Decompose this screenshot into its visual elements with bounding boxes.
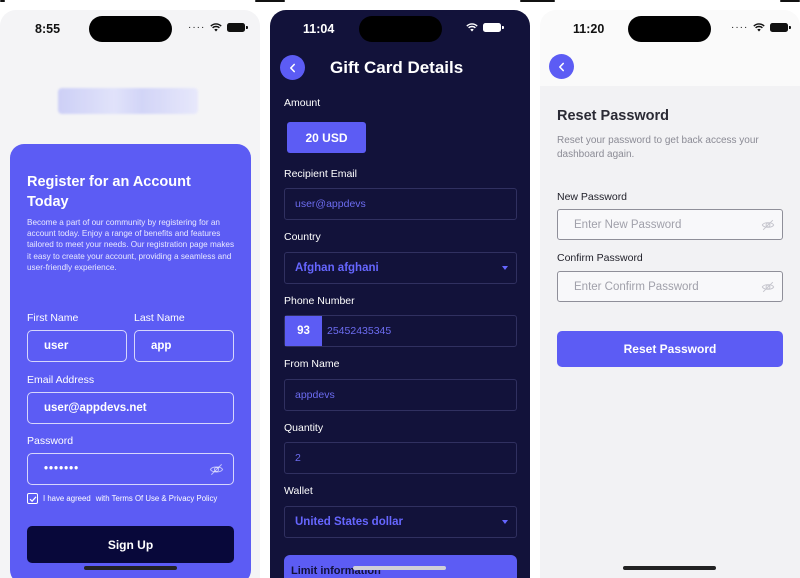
status-time: 11:04 <box>303 22 335 36</box>
status-icons <box>466 23 504 32</box>
battery-icon <box>483 23 504 32</box>
register-screen: 8:55 ···· Register for an Account Today … <box>0 10 260 578</box>
register-card: Register for an Account Today Become a p… <box>10 144 251 578</box>
page-title: Reset Password <box>557 108 670 124</box>
new-password-input[interactable]: Enter New Password <box>557 209 783 240</box>
email-input[interactable]: user@appdevs.net <box>27 392 234 424</box>
country-label: Country <box>284 231 321 243</box>
top-edge <box>780 0 800 2</box>
from-name-value: appdevs <box>295 389 335 401</box>
status-time: 11:20 <box>573 22 605 36</box>
terms-agreement: I have agreed with Terms Of Use & Privac… <box>27 493 217 504</box>
check-icon <box>29 495 36 502</box>
chevron-left-icon <box>289 63 295 72</box>
last-name-input[interactable]: app <box>134 330 234 362</box>
confirm-password-placeholder: Enter Confirm Password <box>574 280 699 293</box>
status-icons: ···· <box>188 21 249 33</box>
battery-icon <box>227 23 249 32</box>
status-bar: 11:20 ···· <box>540 10 800 48</box>
register-title: Register for an Account Today <box>27 174 191 210</box>
eye-off-icon[interactable] <box>209 462 224 477</box>
wifi-icon <box>210 23 223 32</box>
battery-icon <box>770 23 792 32</box>
status-bar: 11:04 <box>270 10 530 48</box>
country-value: Afghan afghani <box>295 262 379 274</box>
phone-number-input[interactable]: 93 25452435345 <box>284 315 517 347</box>
first-name-label: First Name <box>27 312 79 324</box>
gift-card-screen: 11:04 Gift Card Details Amount 20 USD Re… <box>270 10 530 578</box>
password-input[interactable]: ••••••• <box>27 453 234 485</box>
sign-up-button[interactable]: Sign Up <box>27 526 234 563</box>
agree-text: I have agreed <box>43 494 91 503</box>
password-value: ••••••• <box>44 463 80 475</box>
app-logo <box>58 88 198 114</box>
home-indicator <box>353 566 446 570</box>
last-name-label: Last Name <box>134 312 185 324</box>
wifi-icon <box>466 23 478 32</box>
top-edge <box>520 0 555 2</box>
page-title: Gift Card Details <box>330 58 464 77</box>
reset-password-button[interactable]: Reset Password <box>557 331 783 367</box>
new-password-label: New Password <box>557 191 628 203</box>
dynamic-island <box>359 16 442 42</box>
caret-down-icon <box>502 266 508 270</box>
last-name-value: app <box>151 340 172 352</box>
eye-off-icon[interactable] <box>761 218 775 232</box>
amount-chip[interactable]: 20 USD <box>287 122 366 153</box>
top-edge <box>0 0 5 2</box>
from-name-label: From Name <box>284 358 340 370</box>
first-name-value: user <box>44 340 69 352</box>
page-description: Reset your password to get back access y… <box>557 135 759 160</box>
status-icons: ···· <box>731 21 792 33</box>
status-bar: 8:55 ···· <box>0 10 260 48</box>
new-password-placeholder: Enter New Password <box>574 218 682 231</box>
wallet-value: United States dollar <box>295 516 403 528</box>
reset-password-screen: 11:20 ···· Reset Password Reset your pas… <box>540 10 800 578</box>
wifi-icon <box>753 23 766 32</box>
back-button[interactable] <box>280 55 305 80</box>
quantity-value: 2 <box>295 452 301 464</box>
first-name-input[interactable]: user <box>27 330 127 362</box>
recipient-email-input[interactable]: user@appdevs <box>284 188 517 220</box>
terms-link[interactable]: with Terms Of Use & Privacy Policy <box>96 494 218 503</box>
recipient-email-label: Recipient Email <box>284 168 357 180</box>
country-select[interactable]: Afghan afghani <box>284 252 517 284</box>
status-time: 8:55 <box>35 22 61 36</box>
signal-dots-icon: ···· <box>731 21 749 33</box>
home-indicator <box>84 566 177 570</box>
quantity-input[interactable]: 2 <box>284 442 517 474</box>
dynamic-island <box>628 16 711 42</box>
register-description: Become a part of our community by regist… <box>27 218 235 272</box>
caret-down-icon <box>502 520 508 524</box>
confirm-password-input[interactable]: Enter Confirm Password <box>557 271 783 302</box>
from-name-input[interactable]: appdevs <box>284 379 517 411</box>
screenshot-collage: 8:55 ···· Register for an Account Today … <box>0 0 800 578</box>
confirm-password-label: Confirm Password <box>557 252 643 264</box>
home-indicator <box>623 566 716 570</box>
password-label: Password <box>27 435 74 447</box>
chevron-left-icon <box>558 62 564 71</box>
wallet-select[interactable]: United States dollar <box>284 506 517 538</box>
back-button[interactable] <box>549 54 574 79</box>
signal-dots-icon: ···· <box>188 21 206 33</box>
recipient-email-value: user@appdevs <box>295 198 366 210</box>
email-value: user@appdevs.net <box>44 402 147 414</box>
phone-code[interactable]: 93 <box>285 316 322 346</box>
phone-number-label: Phone Number <box>284 295 355 307</box>
wallet-label: Wallet <box>284 485 313 497</box>
quantity-label: Quantity <box>284 422 324 434</box>
dynamic-island <box>89 16 172 42</box>
terms-checkbox[interactable] <box>27 493 38 504</box>
phone-number-value: 25452435345 <box>327 325 392 337</box>
amount-label: Amount <box>284 97 321 109</box>
email-label: Email Address <box>27 374 95 386</box>
eye-off-icon[interactable] <box>761 280 775 294</box>
top-edge <box>255 0 285 2</box>
